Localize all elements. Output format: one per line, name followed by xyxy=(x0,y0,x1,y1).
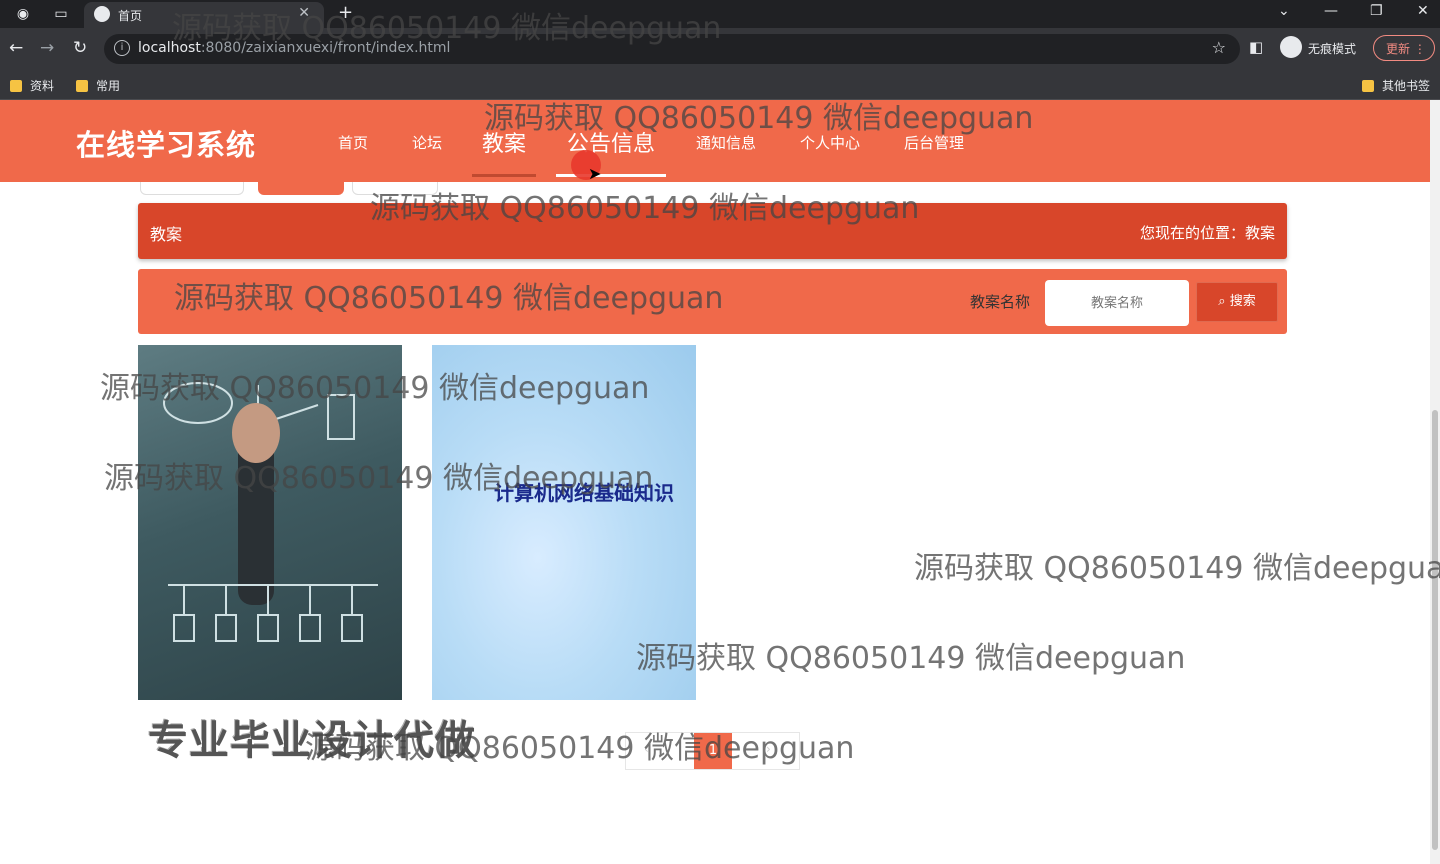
site-logo[interactable]: 在线学习系统 xyxy=(76,122,256,164)
hidden-tab-active[interactable] xyxy=(258,182,344,195)
nav-notices[interactable]: 通知信息 xyxy=(696,132,756,153)
breadcrumb: 教案 您现在的位置：教案 xyxy=(138,203,1287,259)
reload-icon[interactable]: ↻ xyxy=(73,38,87,58)
browser-toolbar: ← → ↻ i localhost:8080/zaixianxuexi/fron… xyxy=(0,28,1440,70)
close-tab-icon[interactable]: ✕ xyxy=(298,5,310,21)
page-scrollbar[interactable] xyxy=(1430,100,1440,864)
folder-icon xyxy=(10,80,22,92)
close-window-icon[interactable]: ✕ xyxy=(1417,3,1429,19)
side-panel-icon[interactable]: ◧ xyxy=(1249,38,1263,56)
new-tab-icon[interactable]: + xyxy=(338,2,353,23)
incognito-icon xyxy=(1280,36,1302,58)
nav-home[interactable]: 首页 xyxy=(338,132,368,153)
prev-page-icon[interactable]: ‹ xyxy=(644,742,649,756)
search-label: 教案名称 xyxy=(970,293,1031,311)
other-bookmarks[interactable]: 其他书签 xyxy=(1362,77,1430,94)
incognito-label: 无痕模式 xyxy=(1308,42,1357,56)
lesson-card[interactable]: 计算机网络基础知识 xyxy=(432,345,696,700)
browser-tab-bar: ◉ ▭ 首页 ✕ + ⌄ — ❐ ✕ xyxy=(0,0,1440,28)
page-content: 在线学习系统 首页 论坛 教案 公告信息 通知信息 个人中心 后台管理 ➤ 教案… xyxy=(0,100,1430,864)
bookmarks-bar: 资料 常用 其他书签 xyxy=(0,70,1440,100)
restore-icon[interactable]: ❐ xyxy=(1370,3,1383,19)
globe-icon xyxy=(94,6,110,22)
pagination: ‹ 1 › xyxy=(625,732,800,770)
card-image-text: 计算机网络基础知识 xyxy=(494,481,674,505)
section-title: 教案 xyxy=(150,225,183,244)
hidden-tab[interactable] xyxy=(352,182,438,195)
globe-icon[interactable]: ◉ xyxy=(14,5,32,23)
bookmark-folder[interactable]: 常用 xyxy=(76,77,120,94)
forward-icon[interactable]: → xyxy=(40,38,54,58)
update-button[interactable]: 更新 ⋮ xyxy=(1373,35,1435,61)
tab-title: 首页 xyxy=(118,9,143,23)
bookmark-star-icon[interactable]: ☆ xyxy=(1212,38,1226,57)
window-icon[interactable]: ▭ xyxy=(52,5,70,23)
scrollbar-thumb[interactable] xyxy=(1432,410,1438,850)
minimize-icon[interactable]: — xyxy=(1324,3,1338,19)
hidden-tab[interactable] xyxy=(140,182,244,195)
browser-tab[interactable]: 首页 ✕ xyxy=(84,2,324,28)
folder-icon xyxy=(1362,80,1374,92)
nav-lesson-plans[interactable]: 教案 xyxy=(482,126,526,158)
current-position: 您现在的位置：教案 xyxy=(1139,224,1275,242)
search-panel: 教案名称 ⌕ 搜索 xyxy=(138,269,1287,334)
current-page[interactable]: 1 xyxy=(694,733,732,769)
url-text[interactable]: localhost:8080/zaixianxuexi/front/index.… xyxy=(138,40,450,56)
back-icon[interactable]: ← xyxy=(9,38,23,58)
nav-profile[interactable]: 个人中心 xyxy=(800,132,860,153)
site-header: 在线学习系统 首页 论坛 教案 公告信息 通知信息 个人中心 后台管理 ➤ xyxy=(0,100,1430,183)
network-diagram-image xyxy=(163,382,378,642)
lesson-card[interactable] xyxy=(138,345,402,700)
address-bar[interactable]: i localhost:8080/zaixianxuexi/front/inde… xyxy=(104,34,1240,64)
bookmark-folder[interactable]: 资料 xyxy=(10,77,54,94)
search-input[interactable] xyxy=(1045,280,1189,326)
nav-admin[interactable]: 后台管理 xyxy=(904,132,964,153)
nav-underline xyxy=(472,174,536,177)
folder-icon xyxy=(76,80,88,92)
info-icon[interactable]: i xyxy=(114,40,130,56)
nav-active-underline xyxy=(556,174,666,177)
search-icon: ⌕ xyxy=(1218,294,1226,309)
tab-search-icon[interactable]: ⌄ xyxy=(1278,3,1290,19)
promo-text: 专业毕业设计代做 xyxy=(148,718,476,764)
nav-forum[interactable]: 论坛 xyxy=(412,132,442,153)
next-page-icon[interactable]: › xyxy=(766,742,771,756)
search-button[interactable]: ⌕ 搜索 xyxy=(1196,282,1278,322)
mouse-cursor-icon: ➤ xyxy=(588,164,602,183)
